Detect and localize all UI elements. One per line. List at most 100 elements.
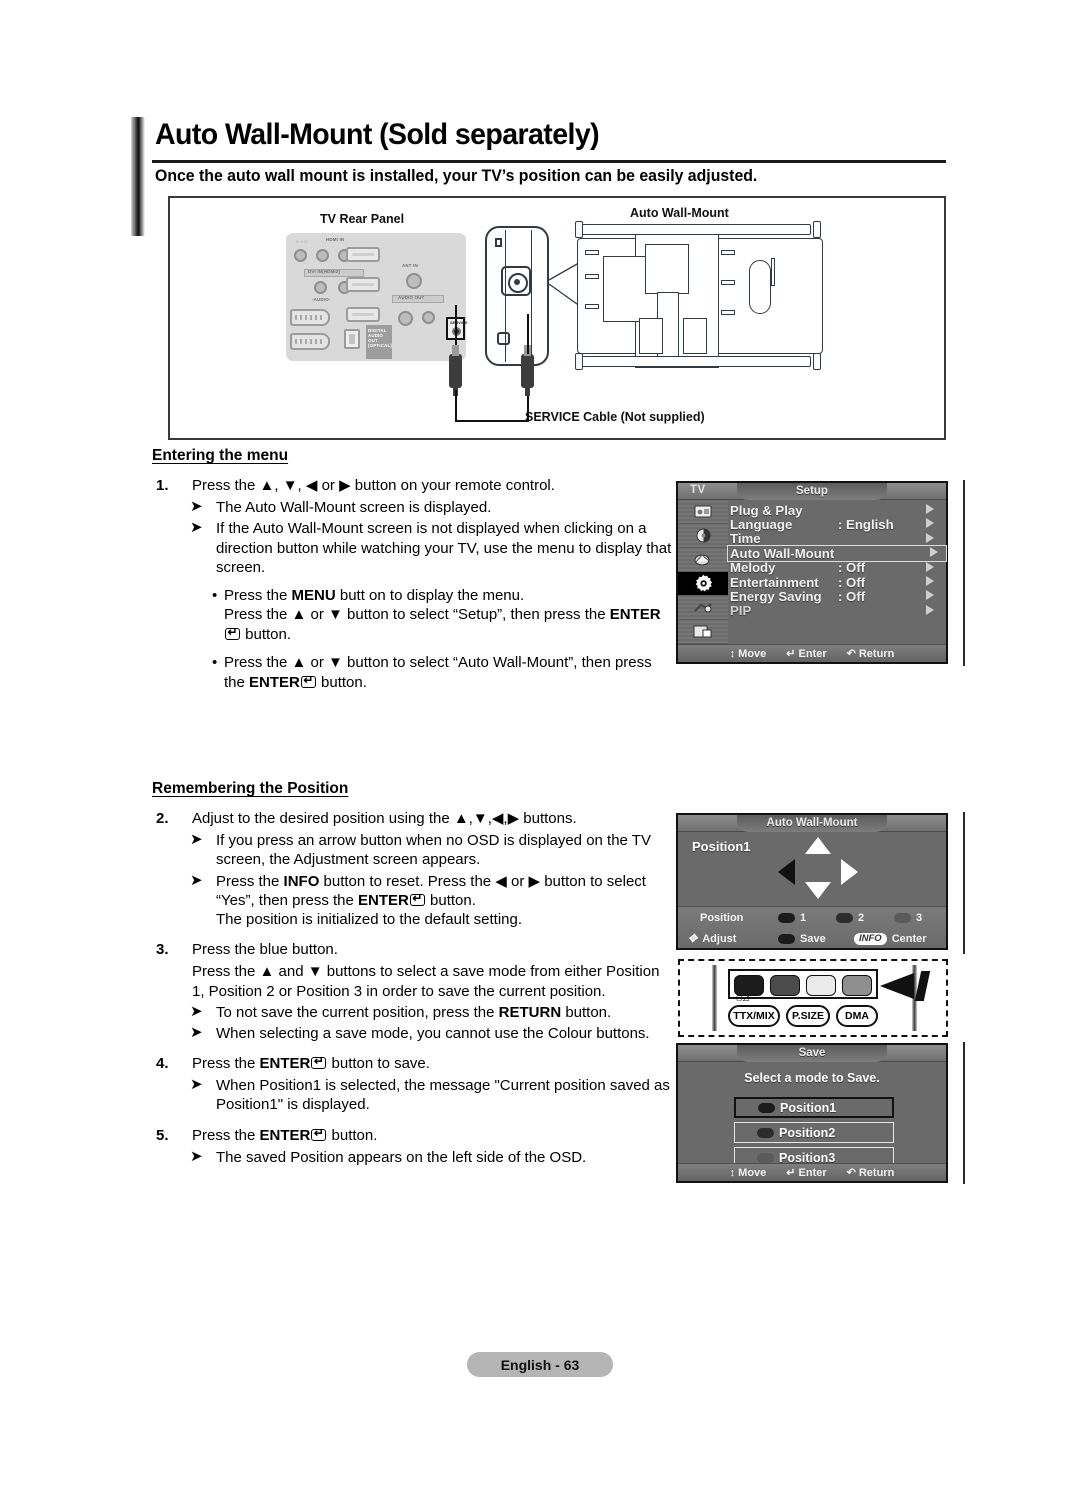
audio-out-right	[422, 311, 435, 324]
chevron-right-icon	[926, 575, 934, 586]
footer-enter[interactable]: ↵ Enter	[786, 1166, 826, 1180]
menu-item-auto-wall-mount[interactable]: Auto Wall-Mount	[727, 545, 947, 562]
enter-key: ENTER	[259, 1055, 311, 1073]
note-2-2-c: button.	[425, 891, 476, 909]
footer-save[interactable]: Save	[778, 933, 826, 945]
menu-item-entertainment[interactable]: Entertainment : Off	[730, 575, 942, 589]
footer-adjust[interactable]: ✥ Adjust	[688, 932, 736, 946]
osd-icon-column	[678, 500, 728, 644]
bullet-button-icon	[757, 1127, 774, 1138]
step-2: 2. Adjust to the desired position using …	[152, 809, 672, 828]
save-option-position2[interactable]: Position2	[734, 1122, 894, 1143]
note-6-text: The saved Position appears on the left s…	[216, 1148, 587, 1166]
direction-pad[interactable]	[778, 837, 858, 899]
audio-out-label: AUDIO OUT	[398, 295, 425, 300]
audio-out-left	[398, 311, 413, 326]
scart-port-1	[290, 309, 330, 326]
note-arrow-icon: ➤	[190, 498, 203, 516]
hdmi-port-2	[346, 277, 380, 292]
arrow-left-icon[interactable]	[778, 859, 795, 885]
footer-return[interactable]: ↶ Return	[847, 647, 895, 661]
setup-menu-list: Plug & Play Language : English Time Auto…	[727, 503, 947, 618]
hdmi-port-3	[346, 247, 380, 262]
pip-icon[interactable]	[678, 620, 728, 644]
enter-key: ENTER	[249, 673, 300, 691]
footer-center[interactable]: INFO Center	[854, 932, 927, 945]
note-3: ➤ To not save the current position, pres…	[152, 1003, 672, 1022]
save-mode-osd[interactable]: Save Select a mode to Save. Position1 Po…	[676, 1043, 948, 1183]
wall-mount-illustration	[485, 221, 830, 374]
dark-button-icon	[836, 912, 853, 923]
menu-item-pip[interactable]: PIP	[730, 604, 942, 618]
note-1-text: The Auto Wall-Mount screen is displayed.	[216, 499, 492, 517]
menu-item-energy-saving[interactable]: Energy Saving : Off	[730, 589, 942, 603]
step-1: 1. Press the ▲, ▼, ◀ or ▶ button on your…	[152, 476, 672, 495]
bullet-2-b: button.	[316, 673, 367, 691]
channel-icon[interactable]	[678, 548, 728, 572]
updown-arrows-icon: ↕	[729, 1166, 736, 1179]
setup-gear-icon[interactable]	[678, 572, 728, 596]
save-option-position1[interactable]: Position1	[734, 1097, 894, 1118]
input-icon[interactable]	[678, 596, 728, 620]
bullet-2: • Press the ▲ or ▼ button to select “Aut…	[152, 653, 672, 692]
arrow-up-icon[interactable]	[805, 837, 831, 854]
chevron-right-icon	[926, 518, 934, 529]
footer-position-1[interactable]: 1	[778, 912, 806, 924]
footer-move[interactable]: ↕ Move	[730, 648, 767, 660]
note-5-text: When Position1 is selected, the message …	[216, 1077, 670, 1114]
hdmi-port-1	[346, 307, 380, 322]
menu-item-language[interactable]: Language : English	[730, 517, 942, 531]
auto-wall-mount-osd[interactable]: Auto Wall-Mount Position1 Position 1 2 3…	[676, 813, 948, 950]
remembering-position-section: Remembering the Position 2. Adjust to th…	[152, 780, 672, 1167]
step-5-a: Press the	[192, 1126, 260, 1144]
dma-button[interactable]: DMA	[836, 1005, 878, 1027]
step-3-number: 3.	[156, 941, 169, 959]
enter-symbol-icon	[311, 1054, 327, 1070]
title-rule	[152, 160, 946, 163]
position-osd-footer: Position 1 2 3 ✥ Adjust Save INFO Center	[678, 906, 946, 948]
pointer-arrow-tail-icon	[914, 971, 931, 1001]
component-jack-1	[294, 249, 307, 262]
save-option-label: Position1	[780, 1100, 837, 1115]
note-3-a: To not save the current position, press …	[216, 1003, 499, 1021]
ttx-mix-button[interactable]: TTX/MIX	[728, 1005, 780, 1027]
menu-item-plug-and-play[interactable]: Plug & Play	[730, 503, 942, 517]
dvi-in-label: DVI IN(HDMI2)	[308, 269, 341, 274]
cable-run-bottom	[455, 420, 529, 422]
step-4: 4. Press the ENTER button to save.	[152, 1054, 672, 1073]
psize-button[interactable]: P.SIZE	[786, 1005, 830, 1027]
footer-move[interactable]: ↕ Move	[730, 1167, 767, 1179]
footer-return[interactable]: ↶ Return	[847, 1166, 895, 1180]
current-position-label: Position1	[692, 839, 751, 854]
step-3: 3. Press the blue button.	[152, 940, 672, 959]
manual-page: Auto Wall-Mount (Sold separately) Once t…	[0, 0, 1080, 1486]
sound-icon[interactable]	[678, 524, 728, 548]
menu-item-melody[interactable]: Melody : Off	[730, 561, 942, 575]
service-cable-label: SERVICE Cable (Not supplied)	[525, 410, 705, 424]
service-jack-label: SERVICE	[450, 320, 468, 325]
menu-item-time[interactable]: Time	[730, 532, 942, 546]
note-4-text: When selecting a save mode, you cannot u…	[216, 1024, 650, 1042]
note-4: ➤ When selecting a save mode, you cannot…	[152, 1024, 672, 1043]
blue-button[interactable]	[842, 975, 872, 996]
save-option-label: Position2	[779, 1125, 836, 1140]
digital-audio-out-label: DIGITAL AUDIO OUT (OPTICAL)	[368, 328, 392, 348]
bullet-1-d: button.	[241, 625, 292, 643]
yellow-button[interactable]	[806, 975, 836, 996]
dvi-audio-left	[314, 281, 327, 294]
setup-menu-osd[interactable]: TV Setup Plug & Play Language: English …	[676, 481, 948, 664]
picture-icon[interactable]	[678, 500, 728, 524]
enter-symbol-icon	[225, 625, 240, 640]
note-6: ➤ The saved Position appears on the left…	[152, 1148, 672, 1167]
footer-enter[interactable]: ↵ Enter	[786, 647, 826, 661]
bullet-1-a: Press the	[224, 586, 292, 604]
footer-position-2[interactable]: 2	[836, 912, 864, 924]
footer-position-3[interactable]: 3	[894, 912, 922, 924]
enter-key: ENTER	[259, 1126, 311, 1144]
arrow-down-icon[interactable]	[805, 882, 831, 899]
note-arrow-icon: ➤	[190, 1147, 203, 1165]
page-footer: English - 63	[467, 1352, 613, 1377]
green-button[interactable]	[770, 975, 800, 996]
chevron-right-icon	[930, 547, 938, 558]
arrow-right-icon[interactable]	[841, 859, 858, 885]
